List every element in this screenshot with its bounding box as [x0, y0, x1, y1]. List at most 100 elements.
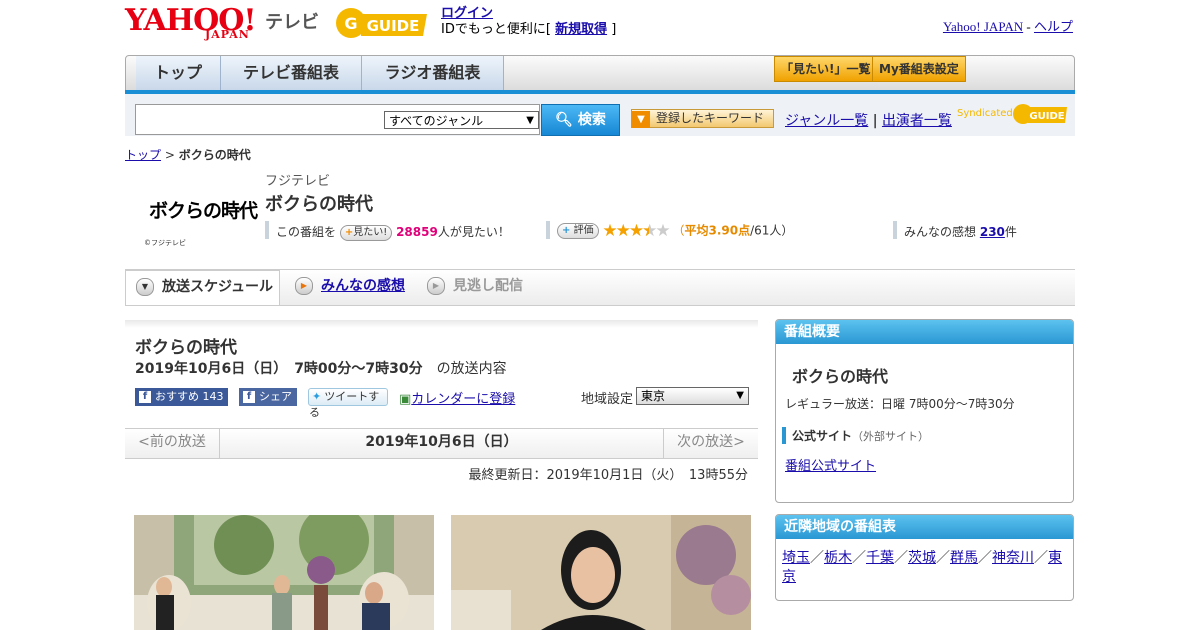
- nearby-link-chiba[interactable]: 千葉: [866, 550, 894, 566]
- region-select[interactable]: 東京 ▼: [636, 387, 749, 405]
- yahoo-japan-link[interactable]: Yahoo! JAPAN: [943, 19, 1023, 34]
- login-prefix: IDでもっと便利に[: [441, 22, 551, 37]
- mitai-button-label: 見たい!: [353, 226, 388, 238]
- login-suffix: ]: [611, 22, 617, 37]
- registered-keyword-button[interactable]: ▼ 登録したキーワード: [631, 109, 774, 128]
- nearby-separator: ／: [978, 550, 992, 566]
- official-site-link[interactable]: 番組公式サイト: [785, 455, 876, 474]
- performer-list-link[interactable]: 出演者一覧: [882, 113, 952, 129]
- login-block: ログイン IDでもっと便利に[ 新規取得 ]: [441, 6, 616, 38]
- nearby-link-gunma[interactable]: 群馬: [950, 550, 978, 566]
- kansou-summary: みんなの感想 230件: [904, 223, 1017, 240]
- register-link[interactable]: 新規取得: [555, 22, 607, 37]
- nav-tab-top[interactable]: トップ: [136, 56, 221, 90]
- rating-count: /61人）: [750, 223, 794, 238]
- my-schedule-button[interactable]: My番組表設定: [872, 56, 966, 82]
- help-link[interactable]: ヘルプ: [1034, 19, 1073, 34]
- tweet-button[interactable]: ✦ ツイートする: [308, 388, 388, 419]
- tab-missed[interactable]: ▶ 見逃し配信: [427, 270, 523, 305]
- play-icon: ▶: [427, 277, 445, 295]
- mitai-button[interactable]: +見たい!: [339, 224, 393, 241]
- station-name: フジテレビ: [265, 174, 331, 189]
- nav-tab-tv-schedule[interactable]: テレビ番組表: [221, 56, 362, 90]
- rating-stars-icon: ★★★★★★: [602, 221, 670, 241]
- kansou-count-link[interactable]: 230: [980, 225, 1005, 239]
- region-label: 地域設定: [581, 392, 634, 407]
- main-nav: トップ テレビ番組表 ラジオ番組表 「見たい!」一覧 My番組表設定: [125, 55, 1075, 91]
- breadcrumb-top-link[interactable]: トップ: [125, 148, 161, 162]
- genre-list-link[interactable]: ジャンル一覧: [785, 113, 868, 129]
- calendar-register-link[interactable]: カレンダーに登録: [411, 392, 515, 407]
- search-button-label: 検索: [577, 112, 606, 128]
- play-icon: ▶: [295, 277, 313, 295]
- program-tabs: ▼ 放送スケジュール ▶ みんなの感想 ▶ 見逃し配信: [125, 270, 1075, 306]
- divider: [546, 221, 550, 239]
- facebook-icon: f: [243, 391, 255, 403]
- nearby-link-tochigi[interactable]: 栃木: [824, 550, 852, 566]
- program-photo-interview: [134, 515, 434, 630]
- registered-keyword-label: 登録したキーワード: [656, 111, 765, 125]
- nearby-separator: ／: [894, 550, 908, 566]
- kansou-unit: 件: [1004, 225, 1017, 239]
- nearby-link-saitama[interactable]: 埼玉: [782, 550, 810, 566]
- search-icon: 🔍︎: [555, 112, 573, 128]
- nearby-heading: 近隣地域の番組表: [776, 515, 1073, 539]
- next-broadcast-link[interactable]: 次の放送>: [663, 429, 758, 458]
- search-button[interactable]: 🔍︎ 検索: [541, 104, 620, 136]
- mitai-box: この番組を +見たい! 28859人が見たい！: [276, 223, 510, 241]
- nearby-link-ibaraki[interactable]: 茨城: [908, 550, 936, 566]
- nearby-links: 埼玉／栃木／千葉／茨城／群馬／神奈川／東京: [782, 549, 1067, 587]
- overview-title: ボクらの時代: [792, 367, 889, 386]
- official-site-heading: 公式サイト（外部サイト）: [782, 427, 929, 444]
- facebook-icon: f: [139, 391, 151, 403]
- syndicated-logo-text: GUIDE: [1029, 111, 1064, 122]
- rate-button[interactable]: + 評価: [557, 223, 599, 239]
- mitai-list-button[interactable]: 「見たい!」一覧: [774, 56, 878, 82]
- tv-label[interactable]: テレビ: [265, 8, 319, 34]
- prev-broadcast-link[interactable]: <前の放送: [125, 429, 220, 458]
- facebook-share-button[interactable]: f シェア: [239, 388, 297, 406]
- link-divider: |: [872, 113, 878, 129]
- nearby-link-kanagawa[interactable]: 神奈川: [992, 550, 1034, 566]
- login-link[interactable]: ログイン: [441, 6, 493, 21]
- triangle-down-icon: ▼: [632, 111, 650, 128]
- program-logo-copyright: ©フジテレビ: [144, 239, 186, 247]
- program-title: ボクらの時代: [265, 194, 373, 215]
- broadcast-date-time: 2019年10月6日（日） 7時00分～7時30分: [135, 361, 423, 377]
- overview-panel: 番組概要 ボクらの時代 レギュラー放送：日曜 7時00分～7時30分 公式サイト…: [775, 319, 1074, 503]
- mitai-count: 28859: [396, 225, 438, 239]
- facebook-recommend-label: おすすめ: [155, 390, 199, 403]
- calendar-register[interactable]: ▣カレンダーに登録: [399, 388, 515, 407]
- header-link-separator: -: [1026, 19, 1031, 34]
- dropdown-arrow-icon: ▼: [736, 390, 744, 401]
- genre-select[interactable]: すべてのジャンル ▼: [384, 111, 539, 129]
- overview-heading: 番組概要: [776, 320, 1073, 344]
- official-site-note: （外部サイト）: [852, 430, 930, 443]
- genre-select-value: すべてのジャンル: [389, 114, 484, 128]
- tab-kansou[interactable]: ▶ みんなの感想: [295, 270, 405, 305]
- divider: [893, 221, 897, 239]
- tab-schedule-label: 放送スケジュール: [162, 279, 274, 295]
- breadcrumb-current: ボクらの時代: [178, 148, 251, 162]
- nearby-panel: 近隣地域の番組表 埼玉／栃木／千葉／茨城／群馬／神奈川／東京: [775, 514, 1074, 601]
- nearby-separator: ／: [936, 550, 950, 566]
- gguide-logo[interactable]: G GUIDE: [335, 6, 430, 40]
- plus-icon: +: [344, 226, 354, 238]
- divider: [265, 221, 269, 239]
- last-updated: 最終更新日：2019年10月1日（火） 13時55分: [468, 468, 748, 483]
- facebook-recommend-button[interactable]: f おすすめ 143: [135, 388, 228, 406]
- content-title: ボクらの時代: [135, 338, 237, 358]
- content-top-shade: [125, 320, 758, 328]
- calendar-icon: ▣: [399, 392, 412, 407]
- mitai-suffix: 人が見たい！: [437, 225, 510, 239]
- rate-button-label: 評価: [573, 225, 594, 236]
- breadcrumb: トップ > ボクらの時代: [125, 146, 251, 163]
- nav-tab-radio-schedule[interactable]: ラジオ番組表: [362, 56, 504, 90]
- tab-schedule[interactable]: ▼ 放送スケジュール: [125, 270, 280, 305]
- broadcast-date-suffix: の放送内容: [436, 361, 507, 377]
- syndicated-label: Syndicated: [957, 108, 1013, 119]
- nearby-separator: ／: [810, 550, 824, 566]
- gguide-logo-text: GUIDE: [367, 17, 420, 35]
- dropdown-arrow-icon: ▼: [526, 115, 534, 126]
- nearby-separator: ／: [1034, 550, 1048, 566]
